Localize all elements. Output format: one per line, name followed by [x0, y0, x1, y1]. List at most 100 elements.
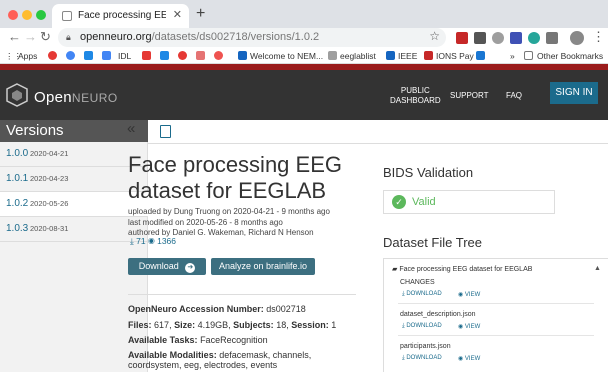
- version-item[interactable]: 1.0.3 2020-08-31: [0, 217, 148, 242]
- browser-toolbar: ← → ↻ 🔒︎ openneuro.org/datasets/ds002718…: [0, 28, 608, 48]
- logo-text[interactable]: OpenNEURO: [34, 89, 118, 106]
- accession-number: OpenNeuro Accession Number: ds002718: [128, 304, 306, 314]
- sign-in-button[interactable]: SIGN IN: [550, 82, 598, 104]
- download-button[interactable]: Download ➜: [128, 258, 206, 275]
- divider: [398, 335, 594, 336]
- bookmark-other[interactable]: Other Bookmarks: [537, 51, 603, 61]
- lock-icon: 🔒︎: [66, 32, 71, 42]
- menu-icon[interactable]: ⋮: [592, 29, 605, 45]
- docs-icon[interactable]: [102, 51, 111, 60]
- bookmark-star-icon[interactable]: ☆: [429, 29, 440, 43]
- bookmarks-overflow-icon[interactable]: »: [510, 51, 515, 61]
- file-name: participants.json: [400, 343, 451, 350]
- available-modalities: Available Modalities: defacemask, channe…: [128, 350, 312, 360]
- trello-icon[interactable]: [476, 51, 485, 60]
- reload-icon[interactable]: ↻: [40, 29, 51, 45]
- puzzle-icon[interactable]: [546, 32, 558, 44]
- dataset-stats: ⤓ 71 ◉ 1366: [130, 236, 176, 247]
- bookmark-ieee[interactable]: IEEE: [398, 51, 417, 61]
- minimize-window-icon[interactable]: [22, 10, 32, 20]
- bookmark-icon[interactable]: [178, 51, 187, 60]
- extension-icon[interactable]: [510, 32, 522, 44]
- file-name: CHANGES: [400, 279, 435, 286]
- version-item[interactable]: 1.0.1 2020-04-23: [0, 167, 148, 192]
- collapse-caret-icon[interactable]: ▲: [594, 265, 601, 272]
- uploaded-by: uploaded by Dung Truong on 2020-04-21 - …: [128, 207, 330, 216]
- bids-validation-heading: BIDS Validation: [383, 165, 474, 180]
- views-eye-icon: ◉: [147, 236, 155, 246]
- bookmark-icon[interactable]: [424, 51, 433, 60]
- folder-icon: [524, 51, 533, 60]
- version-item-active[interactable]: 1.0.2 2020-05-26: [0, 192, 148, 217]
- bookmark-apps[interactable]: Apps: [18, 51, 37, 61]
- download-button-label: Download: [138, 261, 179, 271]
- back-icon[interactable]: ←: [8, 29, 21, 44]
- nav-faq[interactable]: FAQ: [506, 91, 522, 101]
- folder-open-icon: ▰: [392, 266, 398, 273]
- collapse-sidebar-icon[interactable]: «: [127, 120, 135, 137]
- arrow-right-circle-icon: ➜: [185, 263, 196, 273]
- address-bar[interactable]: 🔒︎ openneuro.org/datasets/ds002718/versi…: [58, 28, 446, 47]
- view-link[interactable]: ◉ VIEW: [458, 323, 480, 330]
- forward-icon[interactable]: →: [24, 29, 37, 44]
- check-icon: ✓: [392, 195, 406, 209]
- last-modified: last modified on 2020-05-26 - 8 months a…: [128, 218, 283, 227]
- maximize-window-icon[interactable]: [36, 10, 46, 20]
- download-link[interactable]: ⤓ DOWNLOAD: [402, 355, 442, 362]
- page-favicon-icon: [62, 11, 72, 21]
- download-count-icon: ⤓: [130, 236, 134, 246]
- bookmark-icon[interactable]: [238, 51, 247, 60]
- bookmark-icon[interactable]: [386, 51, 395, 60]
- youtube-icon[interactable]: [142, 51, 151, 60]
- version-date: 2020-05-26: [30, 199, 69, 208]
- close-tab-icon[interactable]: ✕: [173, 8, 182, 21]
- file-summary: Files: 617, Size: 4.19GB, Subjects: 18, …: [128, 320, 337, 330]
- file-document-icon[interactable]: [160, 125, 171, 138]
- available-tasks: Available Tasks: FaceRecognition: [128, 335, 268, 345]
- bookmarks-bar: ⋮⋮ Apps IDL Welcome to NEM... eeglablist…: [0, 48, 608, 64]
- site-header: OpenNEURO PUBLIC DASHBOARD SUPPORT FAQ: [0, 70, 608, 120]
- drive-icon[interactable]: [84, 51, 93, 60]
- file-tree-root[interactable]: ▰ Face processing EEG dataset for EEGLAB: [392, 265, 532, 273]
- close-window-icon[interactable]: [8, 10, 18, 20]
- download-count: 71: [136, 236, 146, 246]
- version-date: 2020-04-21: [30, 149, 69, 158]
- version-date: 2020-04-23: [30, 174, 69, 183]
- new-tab-icon[interactable]: +: [196, 5, 205, 23]
- analyze-brainlife-button[interactable]: Analyze on brainlife.io: [211, 258, 315, 275]
- nav-public-dashboard[interactable]: PUBLIC DASHBOARD: [390, 86, 441, 106]
- profile-avatar-icon[interactable]: [570, 31, 584, 45]
- download-link[interactable]: ⤓ DOWNLOAD: [402, 291, 442, 298]
- bookmark-welcome[interactable]: Welcome to NEM...: [250, 51, 323, 61]
- bookmark-icon[interactable]: [160, 51, 169, 60]
- openneuro-logo-icon[interactable]: [6, 83, 28, 107]
- browser-tab[interactable]: Face processing EEG dataset f ✕: [52, 4, 189, 28]
- available-modalities-continued: coordsystem, eeg, electrodes, events: [128, 360, 278, 370]
- file-tree: ▰ Face processing EEG dataset for EEGLAB…: [383, 258, 608, 372]
- bookmark-icon[interactable]: [196, 51, 205, 60]
- nav-support[interactable]: SUPPORT: [450, 91, 489, 101]
- version-item[interactable]: 1.0.0 2020-04-21: [0, 142, 148, 167]
- file-name: dataset_description.json: [400, 311, 476, 318]
- maps-pin-icon[interactable]: [48, 51, 57, 60]
- download-link[interactable]: ⤓ DOWNLOAD: [402, 323, 442, 330]
- bookmark-idl[interactable]: IDL: [118, 51, 131, 61]
- bids-validation-status[interactable]: ✓ Valid: [383, 190, 555, 214]
- extension-icon[interactable]: [456, 32, 468, 44]
- url-text: openneuro.org/datasets/ds002718/versions…: [80, 31, 320, 43]
- bookmark-ions-pay[interactable]: IONS Pay: [436, 51, 474, 61]
- extension-icon[interactable]: [492, 32, 504, 44]
- versions-sidebar: Versions 1.0.0 2020-04-21 1.0.1 2020-04-…: [0, 120, 148, 372]
- bookmark-icon[interactable]: [214, 51, 223, 60]
- dataset-toolbar: [148, 120, 608, 144]
- valid-label: Valid: [412, 196, 436, 208]
- extension-icon[interactable]: [474, 32, 486, 44]
- bookmark-eeglablist[interactable]: eeglablist: [340, 51, 376, 61]
- google-icon[interactable]: [66, 51, 75, 60]
- divider: [398, 303, 594, 304]
- version-number: 1.0.3: [6, 223, 29, 234]
- bookmark-icon[interactable]: [328, 51, 337, 60]
- extension-icon[interactable]: [528, 32, 540, 44]
- view-link[interactable]: ◉ VIEW: [458, 291, 480, 298]
- view-link[interactable]: ◉ VIEW: [458, 355, 480, 362]
